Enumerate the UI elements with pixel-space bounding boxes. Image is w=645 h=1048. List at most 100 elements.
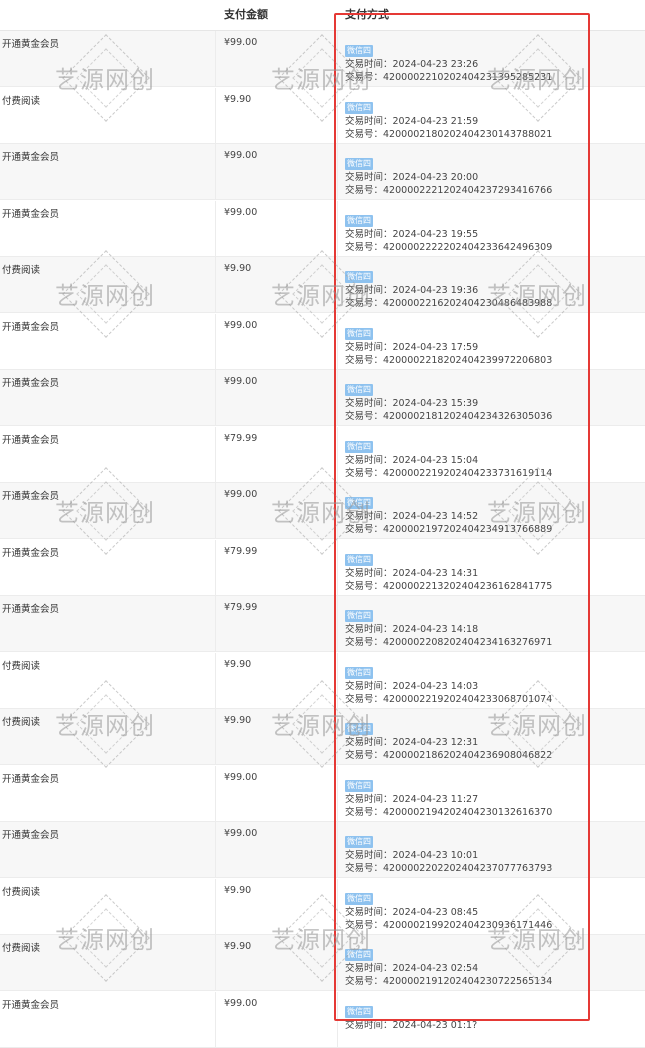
payment-method: 微信四 交易时间：2024-04-23 01:1?	[345, 999, 477, 1032]
transaction-time-label: 交易时间：	[345, 511, 393, 522]
transaction-time: 交易时间：2024-04-23 19:36	[345, 284, 552, 297]
table-row: 开通黄金会员 ¥99.00 微信四 交易时间：2024-04-23 19:55 交易号：…	[0, 201, 645, 257]
payment-amount: ¥9.90	[224, 715, 252, 726]
payment-method: 微信四 交易时间：2024-04-23 15:04 交易号：420000221920…	[345, 434, 552, 480]
transaction-time: 交易时间：2024-04-23 01:1?	[345, 1019, 477, 1032]
payment-amount: ¥99.00	[224, 489, 258, 500]
payment-amount: ¥99.00	[224, 772, 258, 783]
transaction-time-label: 交易时间：	[345, 342, 393, 353]
transaction-number-value: 4200002199202404230936171446	[383, 920, 553, 931]
column-divider	[337, 201, 338, 256]
transaction-time-value: 2024-04-23 19:36	[392, 285, 479, 296]
transaction-number: 交易号：4200002219202404233068701074	[345, 693, 552, 706]
transaction-time-value: 2024-04-23 14:03	[392, 681, 479, 692]
payment-amount: ¥99.00	[224, 320, 258, 331]
payment-method: 微信四 交易时间：2024-04-23 21:59 交易号：420000218020…	[345, 95, 552, 141]
payment-method: 微信四 交易时间：2024-04-23 14:31 交易号：420000221320…	[345, 547, 552, 593]
table-row: 付费阅读 ¥9.90 微信四 交易时间：2024-04-23 12:31 交易号：420…	[0, 709, 645, 765]
payment-method: 微信四 交易时间：2024-04-23 08:45 交易号：420000219920…	[345, 886, 552, 932]
transaction-time-value: 2024-04-23 21:59	[392, 116, 479, 127]
transaction-number-value: 4200002186202404236908046822	[383, 750, 553, 761]
table-row: 开通黄金会员 ¥79.99 微信四 交易时间：2024-04-23 14:31 交易号：…	[0, 540, 645, 596]
transaction-time-value: 2024-04-23 01:1?	[392, 1020, 478, 1031]
transaction-number-value: 4200002213202404236162841775	[383, 581, 553, 592]
transaction-time-value: 2024-04-23 12:31	[392, 737, 479, 748]
transaction-number-label: 交易号：	[345, 750, 384, 761]
payment-amount: ¥99.00	[224, 207, 258, 218]
order-type: 开通黄金会员	[2, 774, 60, 785]
header-method[interactable]: 支付方式	[345, 0, 389, 30]
payment-method: 微信四 交易时间：2024-04-23 14:52 交易号：420000219720…	[345, 490, 552, 536]
transaction-time-label: 交易时间：	[345, 229, 393, 240]
payment-method: 微信四 交易时间：2024-04-23 10:01 交易号：420000220220…	[345, 829, 552, 875]
transaction-time-label: 交易时间：	[345, 681, 393, 692]
table-row: 开通黄金会员 ¥99.00 微信四 交易时间：2024-04-23 11:27 交易号：…	[0, 766, 645, 822]
transaction-time: 交易时间：2024-04-23 21:59	[345, 115, 552, 128]
payment-channel-badge: 微信四	[345, 158, 373, 170]
transaction-number-label: 交易号：	[345, 129, 384, 140]
transaction-time-value: 2024-04-23 10:01	[392, 850, 479, 861]
transaction-number: 交易号：4200002213202404236162841775	[345, 580, 552, 593]
transaction-number-value: 4200002218202404239972206803	[383, 355, 553, 366]
transaction-time: 交易时间：2024-04-23 14:18	[345, 623, 552, 636]
order-type: 开通黄金会员	[2, 39, 60, 50]
column-divider	[215, 31, 216, 86]
transaction-number-label: 交易号：	[345, 807, 384, 818]
table-row: 付费阅读 ¥9.90 微信四 交易时间：2024-04-23 02:54 交易号：420…	[0, 935, 645, 991]
transaction-number-value: 4200002191202404230722565134	[383, 976, 553, 987]
transaction-time-value: 2024-04-23 19:55	[392, 229, 479, 240]
column-divider	[215, 483, 216, 538]
payment-channel-badge: 微信四	[345, 215, 373, 227]
transaction-number: 交易号：4200002210202404231395285231	[345, 71, 552, 84]
payment-method: 微信四 交易时间：2024-04-23 14:18 交易号：420000220820…	[345, 603, 552, 649]
transaction-number-value: 4200002202202404237077763793	[383, 863, 553, 874]
column-divider	[337, 992, 338, 1047]
payment-channel-badge: 微信四	[345, 271, 373, 283]
column-divider	[215, 653, 216, 708]
table-row: 付费阅读 ¥9.90 微信四 交易时间：2024-04-23 14:03 交易号：420…	[0, 653, 645, 709]
transaction-time-label: 交易时间：	[345, 624, 393, 635]
transaction-number: 交易号：4200002191202404230722565134	[345, 975, 552, 988]
column-divider	[337, 257, 338, 312]
table-row: 付费阅读 ¥9.90 微信四 交易时间：2024-04-23 21:59 交易号：420…	[0, 88, 645, 144]
transaction-number-label: 交易号：	[345, 581, 384, 592]
transaction-number: 交易号：4200002186202404236908046822	[345, 749, 552, 762]
transaction-number-label: 交易号：	[345, 242, 384, 253]
header-amount[interactable]: 支付金额	[224, 0, 268, 30]
table-row: 开通黄金会员 ¥99.00 微信四 交易时间：2024-04-23 10:01 交易号：…	[0, 822, 645, 878]
payment-amount: ¥9.90	[224, 263, 252, 274]
transaction-number-label: 交易号：	[345, 694, 384, 705]
transaction-number-value: 4200002219202404233068701074	[383, 694, 553, 705]
order-type: 开通黄金会员	[2, 1000, 60, 1011]
payment-method: 微信四 交易时间：2024-04-23 02:54 交易号：420000219120…	[345, 942, 552, 988]
order-type: 付费阅读	[2, 943, 41, 954]
order-type: 付费阅读	[2, 661, 41, 672]
transaction-time: 交易时间：2024-04-23 15:39	[345, 397, 552, 410]
payment-channel-badge: 微信四	[345, 780, 373, 792]
column-divider	[337, 144, 338, 199]
payment-method: 微信四 交易时间：2024-04-23 14:03 交易号：420000221920…	[345, 660, 552, 706]
transaction-time-label: 交易时间：	[345, 398, 393, 409]
table-row: 开通黄金会员 ¥99.00 微信四 交易时间：2024-04-23 17:59 交易号：…	[0, 314, 645, 370]
payment-channel-badge: 微信四	[345, 45, 373, 57]
order-type: 付费阅读	[2, 265, 41, 276]
transaction-time: 交易时间：2024-04-23 19:55	[345, 228, 552, 241]
table-row: 开通黄金会员 ¥99.00 微信四 交易时间：2024-04-23 14:52 交易号：…	[0, 483, 645, 539]
column-divider	[215, 822, 216, 877]
payment-channel-badge: 微信四	[345, 384, 373, 396]
payment-method: 微信四 交易时间：2024-04-23 15:39 交易号：420000218120…	[345, 377, 552, 423]
transaction-time-label: 交易时间：	[345, 285, 393, 296]
column-divider	[337, 483, 338, 538]
column-divider	[337, 709, 338, 764]
column-divider	[337, 427, 338, 482]
transaction-number: 交易号：4200002202202404237077763793	[345, 862, 552, 875]
transaction-time-label: 交易时间：	[345, 59, 393, 70]
table-row: 开通黄金会员 ¥99.00 微信四 交易时间：2024-04-23 01:1?	[0, 992, 645, 1048]
transaction-number-label: 交易号：	[345, 976, 384, 987]
payment-channel-badge: 微信四	[345, 723, 373, 735]
transaction-time-value: 2024-04-23 15:04	[392, 455, 479, 466]
table-header: 支付金额 支付方式	[0, 0, 645, 31]
payment-channel-badge: 微信四	[345, 667, 373, 679]
transaction-number: 交易号：4200002216202404230486483988	[345, 297, 552, 310]
payment-amount: ¥9.90	[224, 885, 252, 896]
